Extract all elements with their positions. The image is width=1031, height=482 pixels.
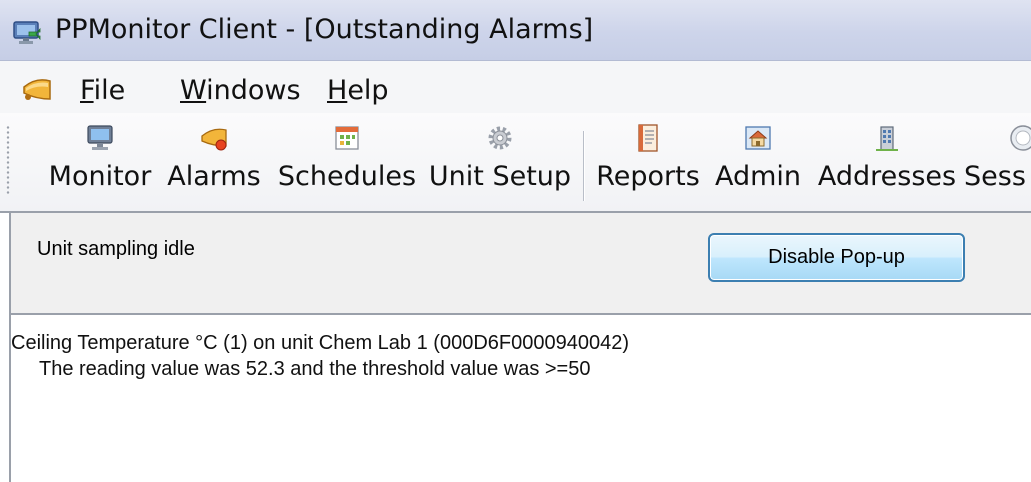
report-icon xyxy=(638,124,658,152)
status-panel: Unit sampling idle Disable Pop-up xyxy=(9,213,1031,313)
toolbar-monitor-label: Monitor xyxy=(48,161,152,192)
gear-icon xyxy=(488,126,512,150)
toolbar-reports-label: Reports xyxy=(596,161,700,192)
alarm-messages-area[interactable]: Ceiling Temperature °C (1) on unit Chem … xyxy=(9,313,1031,482)
toolbar-addresses-label: Addresses xyxy=(817,161,957,192)
disable-popup-button[interactable]: Disable Pop-up xyxy=(708,233,965,282)
sessions-icon xyxy=(1010,125,1031,151)
toolbar-schedules-button[interactable]: Schedules xyxy=(272,113,422,209)
toolbar-alarms-label: Alarms xyxy=(167,161,261,192)
monitor-icon xyxy=(87,125,113,150)
calendar-icon xyxy=(335,126,359,150)
toolbar: Monitor Alarms Schedules Unit Setup Repo… xyxy=(0,113,1031,213)
alarm-message-title: Ceiling Temperature °C (1) on unit Chem … xyxy=(11,332,629,354)
title-bar[interactable]: PPMonitor Client - [Outstanding Alarms] xyxy=(0,0,1031,61)
toolbar-separator xyxy=(583,131,584,201)
building-icon xyxy=(876,126,898,151)
menu-windows[interactable]: Windows xyxy=(180,75,301,107)
sampling-status-text: Unit sampling idle xyxy=(37,238,195,260)
house-icon xyxy=(745,126,771,150)
toolbar-schedules-label: Schedules xyxy=(277,161,417,192)
toolbar-monitor-button[interactable]: Monitor xyxy=(40,113,160,209)
toolbar-reports-button[interactable]: Reports xyxy=(593,113,703,209)
menu-file[interactable]: File xyxy=(80,75,125,107)
window-title: PPMonitor Client - [Outstanding Alarms] xyxy=(55,14,594,45)
toolbar-admin-label: Admin xyxy=(714,161,802,192)
toolbar-sessions-button[interactable]: Sess xyxy=(962,113,1031,209)
toolbar-alarms-button[interactable]: Alarms xyxy=(162,113,266,209)
bell-icon xyxy=(201,128,227,151)
bell-icon[interactable] xyxy=(20,73,54,107)
toolbar-grip-handle[interactable] xyxy=(6,125,10,195)
menu-bar: File Windows Help xyxy=(0,61,1031,113)
toolbar-admin-button[interactable]: Admin xyxy=(708,113,808,209)
toolbar-unit-setup-button[interactable]: Unit Setup xyxy=(425,113,575,209)
toolbar-addresses-button[interactable]: Addresses xyxy=(812,113,962,209)
toolbar-unit-setup-label: Unit Setup xyxy=(428,161,572,192)
menu-help[interactable]: Help xyxy=(327,75,389,107)
alarm-message-detail: The reading value was 52.3 and the thres… xyxy=(39,358,591,380)
toolbar-sessions-label: Sess xyxy=(964,161,1026,192)
monitor-app-icon xyxy=(13,21,41,44)
